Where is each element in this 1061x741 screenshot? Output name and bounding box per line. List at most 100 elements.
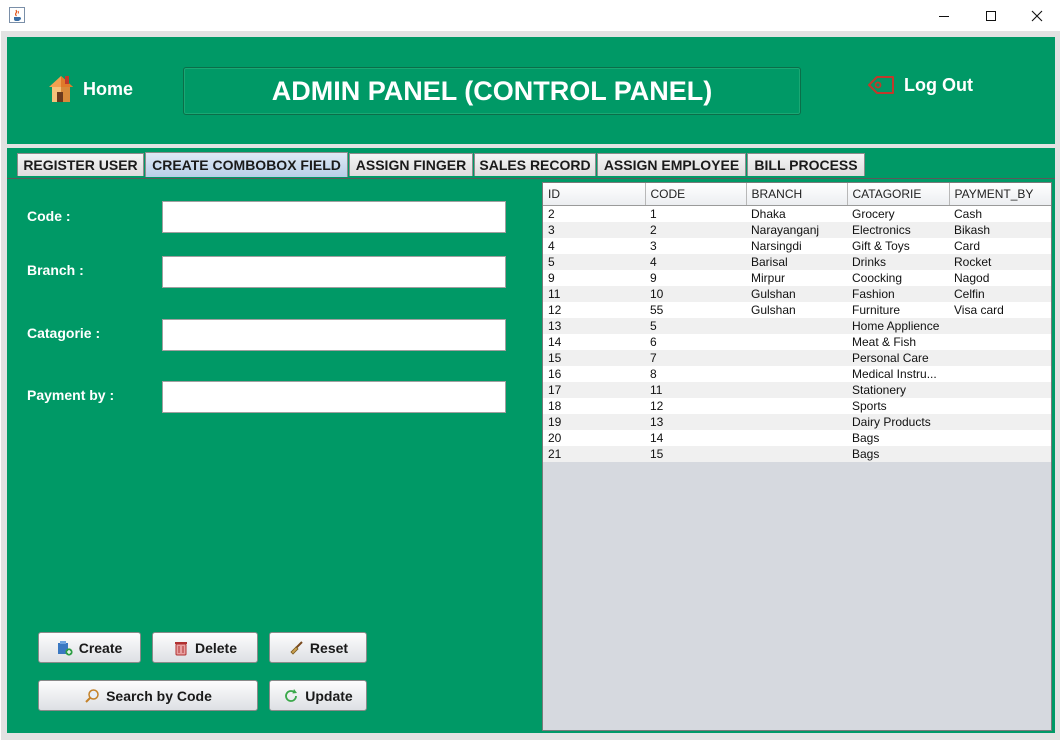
- table-cell[interactable]: [949, 318, 1051, 334]
- code-field[interactable]: [162, 201, 506, 233]
- table-row[interactable]: 13 5 Home Applience: [543, 318, 1051, 334]
- tab-assign-finger[interactable]: ASSIGN FINGER: [349, 153, 473, 176]
- table-row[interactable]: 15 7 Personal Care: [543, 350, 1051, 366]
- table-cell[interactable]: 3: [645, 238, 746, 254]
- table-cell[interactable]: 15: [543, 350, 645, 366]
- maximize-button[interactable]: [968, 0, 1014, 31]
- table-cell[interactable]: Cash: [949, 206, 1051, 223]
- table-cell[interactable]: [746, 334, 847, 350]
- table-cell[interactable]: 55: [645, 302, 746, 318]
- table-cell[interactable]: Celfin: [949, 286, 1051, 302]
- table-cell[interactable]: [949, 382, 1051, 398]
- tab-sales-record[interactable]: SALES RECORD: [474, 153, 596, 176]
- table-cell[interactable]: Gift & Toys: [847, 238, 949, 254]
- table-cell[interactable]: 13: [543, 318, 645, 334]
- table-row[interactable]: 2 1 Dhaka Grocery Cash: [543, 205, 1051, 223]
- payment-field[interactable]: [162, 381, 506, 413]
- table-cell[interactable]: Bags: [847, 446, 949, 462]
- table-cell[interactable]: 2: [645, 222, 746, 238]
- table-cell[interactable]: 21: [543, 446, 645, 462]
- delete-button[interactable]: Delete: [152, 632, 258, 663]
- table-cell[interactable]: Bags: [847, 430, 949, 446]
- table-cell[interactable]: 12: [645, 398, 746, 414]
- table-cell[interactable]: Electronics: [847, 222, 949, 238]
- table-cell[interactable]: Personal Care: [847, 350, 949, 366]
- column-header-payment-by[interactable]: PAYMENT_BY: [949, 183, 1051, 206]
- table-row[interactable]: 9 9 Mirpur Coocking Nagod: [543, 270, 1051, 286]
- table-row[interactable]: 16 8 Medical Instru...: [543, 366, 1051, 382]
- table-cell[interactable]: 15: [645, 446, 746, 462]
- table-cell[interactable]: [746, 350, 847, 366]
- table-cell[interactable]: Furniture: [847, 302, 949, 318]
- table-cell[interactable]: 11: [543, 286, 645, 302]
- table-row[interactable]: 4 3 Narsingdi Gift & Toys Card: [543, 238, 1051, 254]
- table-cell[interactable]: 12: [543, 302, 645, 318]
- search-by-code-button[interactable]: Search by Code: [38, 680, 258, 711]
- table-cell[interactable]: Medical Instru...: [847, 366, 949, 382]
- column-header-code[interactable]: CODE: [645, 183, 747, 206]
- logout-button[interactable]: Log Out: [866, 70, 973, 100]
- table-row[interactable]: 3 2 Narayanganj Electronics Bikash: [543, 222, 1051, 238]
- table-cell[interactable]: [949, 414, 1051, 430]
- table-cell[interactable]: Sports: [847, 398, 949, 414]
- table-cell[interactable]: 3: [543, 222, 645, 238]
- table-cell[interactable]: [746, 414, 847, 430]
- column-header-id[interactable]: ID: [543, 183, 646, 206]
- table-cell[interactable]: 2: [543, 206, 645, 223]
- table-cell[interactable]: Dhaka: [746, 206, 847, 223]
- tab-create-combobox-field[interactable]: CREATE COMBOBOX FIELD: [145, 152, 348, 177]
- table-cell[interactable]: 8: [645, 366, 746, 382]
- create-button[interactable]: Create: [38, 632, 141, 663]
- table-cell[interactable]: [746, 430, 847, 446]
- table-cell[interactable]: 18: [543, 398, 645, 414]
- table-cell[interactable]: 9: [645, 270, 746, 286]
- table-row[interactable]: 11 10 Gulshan Fashion Celfin: [543, 286, 1051, 302]
- table-row[interactable]: 17 11 Stationery: [543, 382, 1051, 398]
- table-cell[interactable]: 16: [543, 366, 645, 382]
- table-cell[interactable]: Visa card: [949, 302, 1051, 318]
- table-cell[interactable]: 20: [543, 430, 645, 446]
- table-row[interactable]: 18 12 Sports: [543, 398, 1051, 414]
- table-cell[interactable]: [949, 430, 1051, 446]
- table-row[interactable]: 5 4 Barisal Drinks Rocket: [543, 254, 1051, 270]
- table-cell[interactable]: [746, 446, 847, 462]
- table-cell[interactable]: Card: [949, 238, 1051, 254]
- branch-field[interactable]: [162, 256, 506, 288]
- table-row[interactable]: 14 6 Meat & Fish: [543, 334, 1051, 350]
- table-cell[interactable]: [746, 366, 847, 382]
- table-cell[interactable]: [949, 366, 1051, 382]
- table-cell[interactable]: 9: [543, 270, 645, 286]
- table-row[interactable]: 12 55 Gulshan Furniture Visa card: [543, 302, 1051, 318]
- table-cell[interactable]: [746, 318, 847, 334]
- table-cell[interactable]: Stationery: [847, 382, 949, 398]
- table-cell[interactable]: 5: [543, 254, 645, 270]
- minimize-button[interactable]: [921, 0, 967, 31]
- home-button[interactable]: Home: [47, 73, 133, 105]
- update-button[interactable]: Update: [269, 680, 367, 711]
- table-cell[interactable]: Narayanganj: [746, 222, 847, 238]
- table-cell[interactable]: 6: [645, 334, 746, 350]
- catagorie-field[interactable]: [162, 319, 506, 351]
- tab-register-user[interactable]: REGISTER USER: [17, 153, 144, 176]
- table-cell[interactable]: Fashion: [847, 286, 949, 302]
- table-cell[interactable]: Barisal: [746, 254, 847, 270]
- table-cell[interactable]: Gulshan: [746, 286, 847, 302]
- table-cell[interactable]: [949, 398, 1051, 414]
- table-cell[interactable]: Rocket: [949, 254, 1051, 270]
- table-cell[interactable]: [746, 398, 847, 414]
- table-cell[interactable]: 4: [543, 238, 645, 254]
- table-cell[interactable]: 19: [543, 414, 645, 430]
- table-cell[interactable]: Meat & Fish: [847, 334, 949, 350]
- table-cell[interactable]: 5: [645, 318, 746, 334]
- table-cell[interactable]: [949, 446, 1051, 462]
- table-row[interactable]: 21 15 Bags: [543, 446, 1051, 462]
- table-cell[interactable]: Coocking: [847, 270, 949, 286]
- column-header-catagorie[interactable]: CATAGORIE: [847, 183, 950, 206]
- column-header-branch[interactable]: BRANCH: [746, 183, 848, 206]
- table-row[interactable]: 20 14 Bags: [543, 430, 1051, 446]
- tab-assign-employee[interactable]: ASSIGN EMPLOYEE: [597, 153, 746, 176]
- table-cell[interactable]: Gulshan: [746, 302, 847, 318]
- close-button[interactable]: [1014, 0, 1060, 31]
- table-cell[interactable]: 1: [645, 206, 746, 223]
- table-cell[interactable]: Home Applience: [847, 318, 949, 334]
